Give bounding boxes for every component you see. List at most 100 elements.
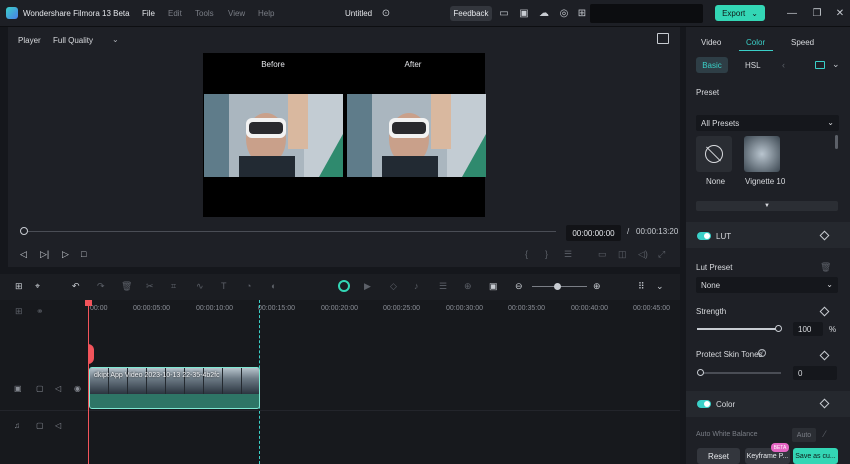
menu-edit[interactable]: Edit xyxy=(168,9,182,18)
chevron-down-icon[interactable]: ⌄ xyxy=(832,59,840,70)
auto-white-balance-button[interactable]: Auto xyxy=(792,428,816,442)
select-tool-icon[interactable]: ⌖ xyxy=(35,281,40,292)
reset-button[interactable]: Reset xyxy=(697,448,740,464)
scrub-handle[interactable] xyxy=(20,227,28,235)
quality-select[interactable]: Full Quality xyxy=(53,36,93,45)
folder-icon[interactable]: ▢ xyxy=(36,421,44,430)
subtab-hsl[interactable]: HSL xyxy=(745,61,761,70)
link-icon[interactable]: ⚭ xyxy=(36,306,44,317)
split-icon[interactable]: ✂ xyxy=(146,281,154,292)
headset-icon[interactable]: ◎ xyxy=(558,7,570,19)
menu-file[interactable]: File xyxy=(142,9,155,18)
feedback-button[interactable]: Feedback xyxy=(450,6,492,21)
video-clip[interactable]: dkipt App Video 2023-10-13 22-35-4b2fc xyxy=(89,367,260,409)
add-track-icon[interactable]: ⊞ xyxy=(15,306,23,317)
volume-icon[interactable]: ◁) xyxy=(638,249,648,260)
compare-view-icon[interactable] xyxy=(815,61,825,69)
zoom-handle[interactable] xyxy=(554,283,561,290)
speaker-icon[interactable]: ◁ xyxy=(55,384,61,393)
undo-icon[interactable]: ↶ xyxy=(72,281,80,292)
frame-forward-icon[interactable]: ▷| xyxy=(40,249,49,260)
folder-icon[interactable]: ▢ xyxy=(36,384,44,393)
menu-help[interactable]: Help xyxy=(258,9,274,18)
strength-value[interactable]: 100 xyxy=(793,322,823,336)
minimize-icon[interactable]: — xyxy=(786,7,798,19)
strength-slider-fill xyxy=(697,328,778,330)
step-back-icon[interactable]: ◁ xyxy=(20,249,27,260)
shield-icon[interactable]: ◇ xyxy=(390,281,397,292)
playhead-handle[interactable] xyxy=(85,300,92,306)
mark-out-icon[interactable]: } xyxy=(545,249,548,259)
snapshot-icon[interactable]: ◫ xyxy=(618,249,627,260)
trash-icon[interactable]: 🗑 xyxy=(820,262,831,273)
fullscreen-icon[interactable]: ⤢ xyxy=(658,249,665,260)
chevron-left-icon[interactable]: ‹ xyxy=(782,60,785,70)
project-title[interactable]: Untitled xyxy=(345,9,372,18)
export-button[interactable]: Export ⌄ xyxy=(715,5,765,21)
color-toggle[interactable] xyxy=(697,400,711,408)
save-icon[interactable]: ▣ xyxy=(518,7,530,19)
playhead[interactable] xyxy=(88,300,89,464)
snap-icon[interactable]: ⊕ xyxy=(464,281,472,292)
protect-skin-slider[interactable] xyxy=(700,372,781,374)
list-icon[interactable]: ☰ xyxy=(439,281,447,292)
strength-slider-handle[interactable] xyxy=(775,325,782,332)
speaker-icon[interactable]: ◁ xyxy=(55,421,61,430)
playhead-tag[interactable] xyxy=(88,344,94,364)
scrub-bar[interactable] xyxy=(22,231,556,232)
protect-skin-slider-handle[interactable] xyxy=(697,369,704,376)
crop-icon[interactable]: ⌗ xyxy=(171,281,176,292)
mark-in-icon[interactable]: { xyxy=(525,249,528,259)
tab-speed[interactable]: Speed xyxy=(791,38,814,47)
account-area[interactable] xyxy=(590,4,703,23)
menu-icon[interactable]: ☰ xyxy=(564,249,572,260)
preview-viewport[interactable]: Before After xyxy=(203,53,486,217)
mic-icon[interactable]: ♪ xyxy=(414,281,419,291)
monitor-icon[interactable]: ▭ xyxy=(498,7,510,19)
display-icon[interactable]: ▭ xyxy=(598,249,607,260)
menu-tools[interactable]: Tools xyxy=(195,9,214,18)
preset-vignette-10[interactable] xyxy=(744,136,780,172)
grid-view-icon[interactable]: ⠿ xyxy=(638,281,645,292)
restore-icon[interactable]: ❐ xyxy=(811,7,823,19)
save-as-custom-button[interactable]: Save as cu... xyxy=(793,448,838,464)
tab-video[interactable]: Video xyxy=(701,38,721,47)
chevron-down-icon[interactable]: ⌄ xyxy=(112,35,119,44)
delete-icon[interactable]: 🗑 xyxy=(121,281,132,292)
protect-skin-value[interactable]: 0 xyxy=(793,366,837,380)
redo-icon[interactable]: ↷ xyxy=(97,281,105,292)
current-timecode[interactable]: 00:00:00:00 xyxy=(566,225,621,241)
zoom-out-icon[interactable]: ⊖ xyxy=(515,281,523,292)
zoom-in-icon[interactable]: ⊕ xyxy=(593,281,601,292)
subtab-basic[interactable]: Basic xyxy=(696,57,728,73)
preset-none[interactable] xyxy=(696,136,732,172)
time-ruler[interactable]: 00:00 00:00:05:00 00:00:10:00 00:00:15:0… xyxy=(88,300,680,316)
lut-preset-select[interactable]: None ⌄ xyxy=(696,277,838,293)
close-icon[interactable]: ✕ xyxy=(834,7,846,19)
play-circle-icon[interactable]: ▶ xyxy=(364,281,371,292)
chevron-down-icon[interactable]: ⌄ xyxy=(656,281,664,292)
text-icon[interactable]: T xyxy=(221,281,227,291)
preset-select[interactable]: All Presets ⌄ xyxy=(696,115,839,131)
menu-view[interactable]: View xyxy=(228,9,245,18)
play-icon[interactable]: ▷ xyxy=(62,249,69,260)
preset-expand-button[interactable]: ▼ xyxy=(696,201,838,211)
strength-unit: % xyxy=(829,325,837,334)
tab-color[interactable]: Color xyxy=(746,38,765,47)
eyedropper-icon[interactable]: ⁄ xyxy=(824,429,826,439)
layout-icon[interactable]: ⊞ xyxy=(15,281,23,292)
image-icon[interactable] xyxy=(657,33,669,44)
caption-icon[interactable]: ▣ xyxy=(489,281,498,292)
preset-scrollbar[interactable] xyxy=(835,135,838,149)
color-icon[interactable]: ◐ xyxy=(271,281,276,291)
render-icon[interactable] xyxy=(338,280,350,292)
grid-icon[interactable]: ⊞ xyxy=(576,7,588,19)
help-icon[interactable]: ? xyxy=(758,349,766,357)
timer-icon[interactable]: ◔ xyxy=(246,281,251,291)
speed-icon[interactable]: ∿ xyxy=(196,281,204,292)
cloud-icon[interactable]: ☁ xyxy=(538,7,550,19)
lut-toggle[interactable] xyxy=(697,232,711,240)
stop-icon[interactable]: □ xyxy=(81,249,86,259)
lut-preset-value: None xyxy=(701,280,721,290)
eye-icon[interactable]: ◉ xyxy=(74,384,81,393)
